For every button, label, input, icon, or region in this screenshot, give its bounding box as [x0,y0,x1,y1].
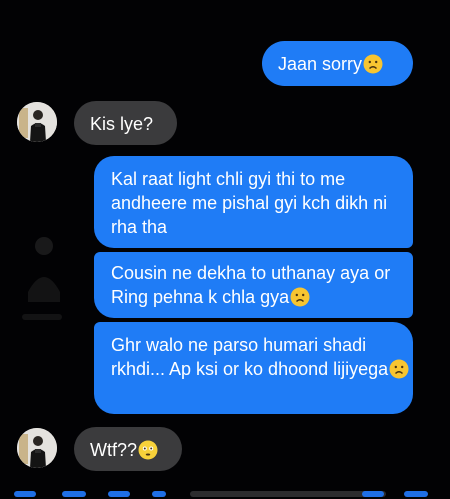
faint-background-figure [22,237,62,320]
plus-icon[interactable] [14,491,36,497]
message-text: Jaan sorry [278,54,363,74]
emoji-icon[interactable] [362,491,384,497]
received-message[interactable]: Wtf?? [74,427,182,471]
message-text: Kal raat light chli gyi thi to me andhee… [111,169,388,237]
message-text: Cousin ne dekha to uthanay aya or Ring p… [111,263,391,307]
mic-icon[interactable] [152,491,166,497]
sent-message[interactable]: Ghr walo ne parso humari shadi rkhdi... … [94,322,413,414]
contact-avatar[interactable] [17,102,57,142]
frown-face-emoji-icon [363,54,383,74]
gallery-icon[interactable] [108,491,130,497]
chat-screen: Jaan sorry Kis lye? Kal raat light chli … [0,0,450,499]
person-icon [17,102,57,142]
message-text: Wtf?? [90,440,138,460]
flushed-face-emoji-icon [138,440,158,460]
message-input[interactable] [190,491,386,497]
contact-avatar[interactable] [17,428,57,468]
received-message[interactable]: Kis lye? [74,101,177,145]
sent-message[interactable]: Jaan sorry [262,41,413,86]
person-icon [17,428,57,468]
camera-icon[interactable] [62,491,86,497]
like-icon[interactable] [404,491,428,497]
message-text: Ghr walo ne parso humari shadi rkhdi... … [111,335,389,379]
frown-face-emoji-icon [290,287,310,307]
frown-face-emoji-icon [389,359,409,379]
sent-message[interactable]: Cousin ne dekha to uthanay aya or Ring p… [94,252,413,318]
message-text: Kis lye? [90,114,154,134]
sent-message[interactable]: Kal raat light chli gyi thi to me andhee… [94,156,413,248]
